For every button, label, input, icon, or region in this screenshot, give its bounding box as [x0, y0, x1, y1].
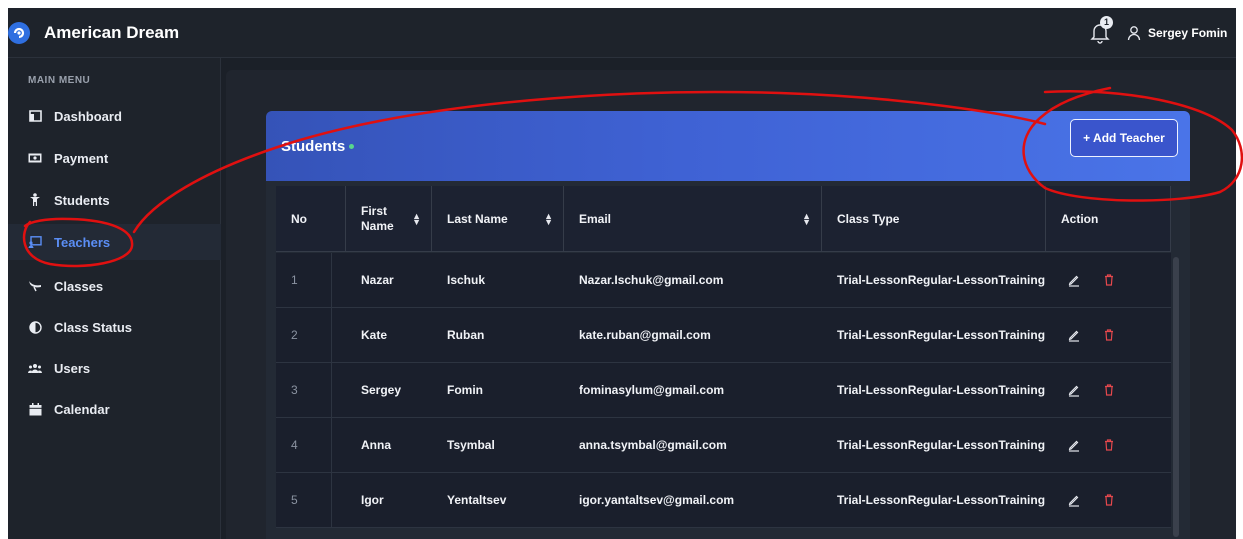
cell-last-name: Tsymbal [447, 438, 495, 452]
cell-divider [331, 418, 332, 472]
cell-first-name: Kate [361, 328, 388, 342]
table-header: No First Name ▲ ▼ Last Name ▲ ▼ Email ▲ ▼ C… [276, 186, 1171, 252]
edit-icon[interactable] [1067, 438, 1081, 452]
sidebar-item-label: Dashboard [54, 108, 122, 124]
card-title: Students [281, 138, 346, 155]
sort-icon[interactable]: ▲ ▼ [802, 212, 811, 227]
table-row: 4 Anna Tsymbal anna.tsymbal@gmail.com Trial-… [276, 418, 1171, 473]
sort-icon[interactable]: ▲ ▼ [412, 212, 421, 227]
column-header-no[interactable]: No [276, 186, 346, 252]
sidebar-item-users[interactable]: Users [8, 350, 221, 386]
app-logo[interactable] [8, 22, 30, 44]
column-header-first-name[interactable]: First Name ▲ ▼ [346, 186, 432, 252]
table-row: 1 Nazar Ischuk Nazar.Ischuk@gmail.com Trial-… [276, 253, 1171, 308]
column-header-class-type[interactable]: Class Type [822, 186, 1046, 252]
cell-email: kate.ruban@gmail.com [579, 328, 711, 342]
user-name[interactable]: Sergey Fomin [1148, 26, 1227, 40]
cell-class-type: Trial-LessonRegular-LessonTraining [837, 493, 1046, 507]
cell-last-name: Ruban [447, 328, 485, 342]
trash-icon[interactable] [1102, 273, 1116, 287]
cell-no: 3 [291, 383, 298, 397]
cell-divider [331, 253, 332, 307]
sidebar-item-label: Classes [54, 278, 104, 294]
cell-divider [331, 473, 332, 527]
cell-email: igor.yantaltsev@gmail.com [579, 493, 735, 507]
sidebar-item-dashboard[interactable]: Dashboard [8, 98, 221, 134]
sidebar-item-label: Users [54, 360, 91, 376]
sidebar: MAIN MENU Dashboard Payment Students Tea… [8, 58, 221, 539]
cell-last-name: Ischuk [447, 273, 486, 287]
cell-divider [331, 308, 332, 362]
users-icon [28, 361, 42, 375]
teachers-icon [28, 235, 42, 249]
sort-icon[interactable]: ▲ ▼ [544, 212, 553, 227]
table-row: 3 Sergey Fomin fominasylum@gmail.com Trial-L… [276, 363, 1171, 418]
sidebar-item-label: Students [54, 192, 110, 208]
status-dot [349, 144, 354, 149]
cell-last-name: Fomin [447, 383, 483, 397]
cell-no: 1 [291, 273, 298, 287]
user-icon[interactable] [1127, 25, 1141, 41]
trash-icon[interactable] [1102, 493, 1116, 507]
cell-first-name: Sergey [361, 383, 402, 397]
edit-icon[interactable] [1067, 383, 1081, 397]
classes-icon [28, 279, 42, 293]
sidebar-item-teachers[interactable]: Teachers [8, 224, 221, 260]
cell-no: 5 [291, 493, 298, 507]
cell-class-type: Trial-LessonRegular-LessonTraining [837, 328, 1046, 342]
class-status-icon [28, 320, 42, 334]
cell-class-type: Trial-LessonRegular-LessonTraining [837, 273, 1046, 287]
cell-no: 4 [291, 438, 298, 452]
cell-first-name: Nazar [361, 273, 394, 287]
cell-last-name: Yentaltsev [447, 493, 507, 507]
cell-no: 2 [291, 328, 298, 342]
edit-icon[interactable] [1067, 273, 1081, 287]
cell-email: fominasylum@gmail.com [579, 383, 725, 397]
sidebar-item-label: Payment [54, 150, 109, 166]
table-row: 2 Kate Ruban kate.ruban@gmail.com Trial-Less… [276, 308, 1171, 363]
table-row: 5 Igor Yentaltsev igor.yantaltsev@gmail.com… [276, 473, 1171, 528]
app-title: American Dream [44, 23, 180, 42]
cell-class-type: Trial-LessonRegular-LessonTraining [837, 438, 1046, 452]
sidebar-item-students[interactable]: Students [8, 182, 221, 218]
dashboard-icon [28, 109, 42, 123]
menu-title: MAIN MENU [28, 75, 91, 86]
column-header-last-name[interactable]: Last Name ▲ ▼ [432, 186, 564, 252]
calendar-icon [28, 402, 42, 416]
cell-email: Nazar.Ischuk@gmail.com [579, 273, 724, 287]
sidebar-item-classes[interactable]: Classes [8, 268, 221, 304]
cell-first-name: Anna [361, 438, 391, 452]
cell-first-name: Igor [361, 493, 384, 507]
trash-icon[interactable] [1102, 328, 1116, 342]
sidebar-item-payment[interactable]: Payment [8, 140, 221, 176]
cell-email: anna.tsymbal@gmail.com [579, 438, 727, 452]
column-header-action: Action [1046, 186, 1171, 252]
scrollbar[interactable] [1173, 257, 1179, 537]
app-window: American Dream 1 Sergey Fomin MAIN MENU … [8, 8, 1236, 539]
edit-icon[interactable] [1067, 328, 1081, 342]
sidebar-item-label: Teachers [54, 234, 111, 250]
notification-badge: 1 [1100, 16, 1113, 29]
sidebar-item-calendar[interactable]: Calendar [8, 391, 221, 427]
cell-class-type: Trial-LessonRegular-LessonTraining [837, 383, 1046, 397]
sidebar-item-class-status[interactable]: Class Status [8, 309, 221, 345]
card-header: Students + Add Teacher [266, 111, 1190, 181]
column-header-email[interactable]: Email ▲ ▼ [564, 186, 822, 252]
sidebar-item-label: Class Status [54, 319, 133, 335]
cell-divider [331, 363, 332, 417]
students-icon [28, 193, 42, 207]
top-bar: American Dream 1 Sergey Fomin [8, 8, 1236, 58]
trash-icon[interactable] [1102, 438, 1116, 452]
payment-icon [28, 151, 42, 165]
sidebar-item-label: Calendar [54, 401, 110, 417]
edit-icon[interactable] [1067, 493, 1081, 507]
table-container: No First Name ▲ ▼ Last Name ▲ ▼ Email ▲ ▼ C… [266, 181, 1190, 539]
add-teacher-button[interactable]: + Add Teacher [1070, 119, 1178, 157]
trash-icon[interactable] [1102, 383, 1116, 397]
